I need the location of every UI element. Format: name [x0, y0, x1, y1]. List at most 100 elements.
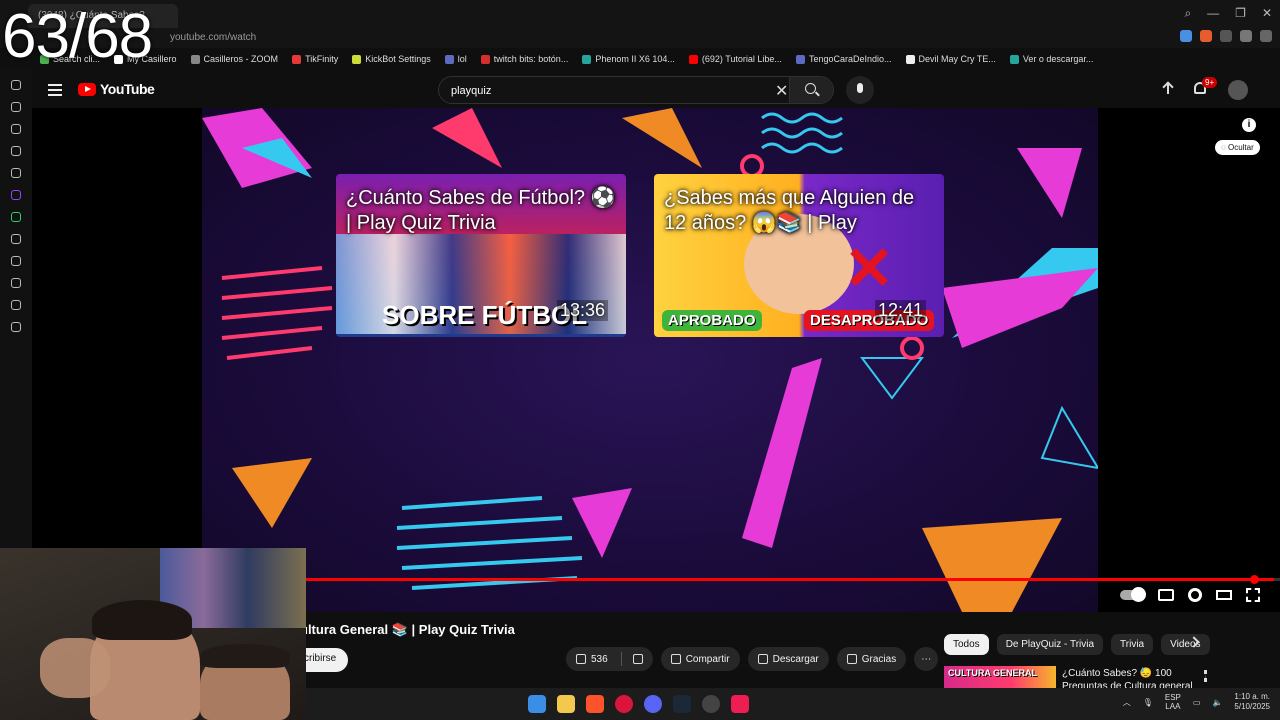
- volume-icon[interactable]: 🔈: [1212, 698, 1222, 707]
- history-icon[interactable]: [11, 80, 21, 90]
- voice-search-icon[interactable]: [846, 76, 874, 104]
- bookmark-item[interactable]: Casilleros - ZOOM: [190, 50, 278, 68]
- hamburger-menu-icon[interactable]: [48, 84, 62, 96]
- account-avatar[interactable]: [1228, 80, 1248, 100]
- language-indicator[interactable]: ESP LAA: [1165, 693, 1181, 712]
- windows-start-icon[interactable]: [528, 695, 546, 713]
- download-icon[interactable]: [1260, 30, 1272, 42]
- filter-chip[interactable]: De PlayQuiz - Trivia: [996, 634, 1104, 655]
- wallet-icon[interactable]: [11, 124, 21, 134]
- ai-icon[interactable]: [11, 168, 21, 178]
- fullscreen-icon[interactable]: [1246, 588, 1260, 602]
- bookmark-favicon-icon: [480, 54, 490, 64]
- messenger-icon[interactable]: [11, 146, 21, 156]
- bag-icon[interactable]: [11, 102, 21, 112]
- spotify-icon[interactable]: [11, 256, 21, 266]
- puzzle-icon[interactable]: [1240, 30, 1252, 42]
- youtube-logo-text: YouTube: [100, 81, 155, 97]
- search-tabs-icon[interactable]: ⌕: [1184, 6, 1191, 21]
- lang-line2: LAA: [1165, 702, 1181, 712]
- clock[interactable]: 1:10 a. m. 5/10/2025: [1234, 692, 1270, 713]
- restore-icon[interactable]: ❐: [1235, 6, 1246, 21]
- obs-icon[interactable]: [702, 695, 720, 713]
- bookmark-item[interactable]: (692) Tutorial Libe...: [688, 50, 782, 68]
- hide-label: Ocultar: [1227, 143, 1254, 152]
- info-icon[interactable]: i: [1242, 118, 1256, 132]
- endcard-video-1[interactable]: SOBRE FÚTBOL ¿Cuánto Sabes de Fútbol? ⚽ …: [336, 174, 626, 337]
- address-bar[interactable]: youtube.com/watch: [0, 30, 1280, 48]
- clock-icon[interactable]: [11, 278, 21, 288]
- autoplay-toggle[interactable]: [1120, 587, 1146, 602]
- like-divider: [620, 652, 622, 666]
- clock-date: 5/10/2025: [1234, 702, 1270, 712]
- tiktok-icon[interactable]: [731, 695, 749, 713]
- bookmark-item[interactable]: Devil May Cry TE...: [905, 50, 996, 68]
- upload-icon[interactable]: [1162, 82, 1174, 96]
- minimize-icon[interactable]: —: [1207, 6, 1219, 21]
- steam-icon[interactable]: [673, 695, 691, 713]
- bg-shape: [572, 488, 632, 558]
- progress-scrubber[interactable]: [1249, 575, 1259, 584]
- youtube-logo[interactable]: YouTube: [78, 81, 155, 97]
- extension-icon[interactable]: [1200, 30, 1212, 42]
- endcard-video-2[interactable]: ✕ APROBADO DESAPROBADO ¿Sabes más que Al…: [654, 174, 944, 337]
- download-label: Descargar: [772, 653, 819, 665]
- filter-chip[interactable]: Todos: [944, 634, 989, 655]
- recommendation-menu-icon[interactable]: [1204, 670, 1207, 682]
- close-icon[interactable]: ✕: [1262, 6, 1272, 21]
- bookmark-item[interactable]: KickBot Settings: [352, 50, 431, 68]
- settings-gear-icon[interactable]: [1188, 588, 1202, 602]
- twitch-icon[interactable]: [11, 190, 21, 200]
- file-explorer-icon[interactable]: [557, 695, 575, 713]
- like-button[interactable]: 536: [566, 647, 653, 671]
- clear-search-icon[interactable]: ✕: [775, 81, 788, 101]
- overlay-counter: 63/68: [2, 2, 153, 71]
- share-button[interactable]: Compartir: [660, 647, 740, 671]
- recommendation-thumbnail[interactable]: CULTURA GENERAL: [944, 666, 1056, 688]
- download-button[interactable]: Descargar: [747, 647, 829, 671]
- video-player[interactable]: SOBRE FÚTBOL ¿Cuánto Sabes de Fútbol? ⚽ …: [32, 108, 1280, 612]
- bg-shape: [740, 154, 764, 178]
- extensions-icon[interactable]: [11, 300, 21, 310]
- bookmark-item[interactable]: lol: [444, 50, 467, 68]
- opera-gx-icon[interactable]: [615, 695, 633, 713]
- bookmark-item[interactable]: Phenom II X6 104...: [582, 50, 675, 68]
- shield-icon[interactable]: [1180, 30, 1192, 42]
- discord-icon[interactable]: [644, 695, 662, 713]
- theater-mode-icon[interactable]: [1216, 590, 1232, 600]
- x-icon[interactable]: [11, 234, 21, 244]
- subtitles-icon[interactable]: [1158, 589, 1174, 601]
- settings-icon[interactable]: [11, 322, 21, 332]
- hide-endcards-button[interactable]: ◌ Ocultar: [1215, 140, 1260, 155]
- extension-icon[interactable]: [1220, 30, 1232, 42]
- share-icon: [670, 654, 681, 664]
- filter-chip[interactable]: Trivia: [1111, 634, 1154, 655]
- notification-badge: 9+: [1202, 77, 1218, 88]
- second-person-hair: [200, 644, 290, 668]
- filter-chip[interactable]: Videos: [1161, 634, 1210, 655]
- bookmark-item[interactable]: TikFinity: [292, 50, 338, 68]
- bookmark-item[interactable]: twitch bits: botón...: [480, 50, 568, 68]
- search-input[interactable]: [451, 82, 751, 100]
- brave-icon[interactable]: [586, 695, 604, 713]
- thumbs-down-icon[interactable]: [632, 654, 643, 664]
- chevron-up-icon[interactable]: ︿: [1123, 697, 1131, 708]
- webcam-overlay: [0, 548, 306, 720]
- more-actions-button[interactable]: ⋯: [914, 647, 939, 671]
- thanks-button[interactable]: Gracias: [836, 647, 907, 671]
- video-actions: 536 Compartir Descargar Gracias ⋯: [566, 647, 939, 671]
- search-button[interactable]: [789, 77, 833, 103]
- bookmark-label: TengoCaraDeIndio...: [808, 54, 892, 64]
- bookmark-item[interactable]: TengoCaraDeIndio...: [795, 50, 892, 68]
- network-icon[interactable]: ▭: [1193, 698, 1201, 707]
- url-text[interactable]: youtube.com/watch: [170, 32, 256, 43]
- bg-shape: [900, 336, 924, 360]
- bookmark-favicon-icon: [795, 54, 805, 64]
- microphone-icon[interactable]: 🎙: [1143, 698, 1153, 707]
- bookmark-label: KickBot Settings: [365, 54, 431, 64]
- whatsapp-icon[interactable]: [11, 212, 21, 222]
- bookmark-item[interactable]: Ver o descargar...: [1009, 50, 1093, 68]
- player-controls: [1120, 587, 1260, 602]
- search-box: ✕: [438, 76, 834, 104]
- bookmark-favicon-icon: [444, 54, 454, 64]
